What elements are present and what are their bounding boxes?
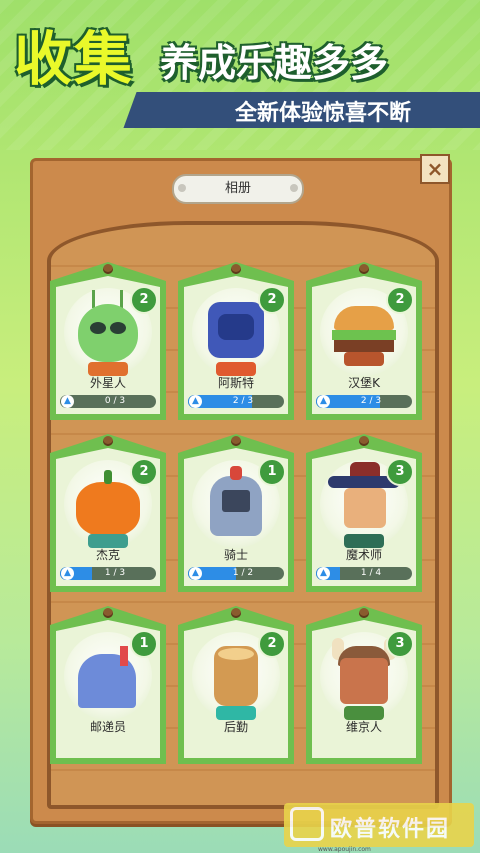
eye-icon — [90, 322, 106, 334]
banner-title-rest: 养成乐趣多多 — [160, 41, 389, 85]
level-badge: 2 — [130, 458, 158, 486]
character-name: 维京人 — [345, 720, 382, 734]
level-badge: 3 — [386, 630, 414, 658]
character-name: 魔术师 — [345, 548, 382, 562]
pin-icon — [103, 608, 113, 618]
character-name: 阿斯特 — [217, 376, 254, 390]
alien-head-icon — [78, 304, 138, 362]
level-badge: 1 — [130, 630, 158, 658]
character-name: 汉堡K — [348, 376, 380, 390]
progress-text: 2 / 3 — [232, 396, 254, 406]
character-name: 后勤 — [223, 720, 248, 734]
upgrade-arrow-icon: ▲ — [61, 395, 74, 408]
patty-icon — [334, 340, 394, 352]
level-badge: 2 — [130, 286, 158, 314]
pin-icon — [231, 436, 241, 446]
character-card[interactable]: 2 汉堡K ▲ 2 / 3 — [306, 262, 422, 420]
log-top-icon — [218, 648, 254, 660]
character-card[interactable]: 1 邮递员 — [50, 606, 166, 764]
upgrade-progress-bar: ▲ 1 / 4 — [316, 567, 412, 580]
lettuce-icon — [332, 330, 396, 340]
character-card[interactable]: 2 外星人 ▲ 0 / 3 — [50, 262, 166, 420]
album-tab[interactable]: 相册 — [172, 174, 304, 204]
pin-icon — [359, 436, 369, 446]
character-card[interactable]: 2 阿斯特 ▲ 2 / 3 — [178, 262, 294, 420]
visor-icon — [222, 490, 250, 512]
character-card[interactable]: 2 杰克 ▲ 1 / 3 — [50, 434, 166, 592]
pin-icon — [231, 608, 241, 618]
pumpkin-head-icon — [76, 482, 140, 536]
face-icon — [340, 658, 388, 704]
progress-text: 1 / 4 — [360, 568, 382, 578]
upgrade-arrow-icon: ▲ — [189, 395, 202, 408]
close-button[interactable]: × — [420, 154, 450, 184]
stem-icon — [104, 470, 112, 484]
progress-text: 1 / 2 — [232, 568, 254, 578]
antenna-icon — [92, 290, 95, 308]
character-card[interactable]: 1 骑士 ▲ 1 / 2 — [178, 434, 294, 592]
pin-icon — [359, 264, 369, 274]
banner-title-big: 收集 — [14, 25, 135, 93]
antenna-icon — [120, 290, 123, 308]
level-badge: 1 — [258, 458, 286, 486]
level-badge: 3 — [386, 458, 414, 486]
burger-bun-icon — [334, 306, 394, 330]
upgrade-arrow-icon: ▲ — [317, 567, 330, 580]
progress-text: 2 / 3 — [360, 396, 382, 406]
upgrade-arrow-icon: ▲ — [61, 567, 74, 580]
plume-icon — [230, 466, 242, 480]
pin-icon — [359, 608, 369, 618]
character-name: 骑士 — [223, 548, 248, 562]
level-badge: 2 — [258, 286, 286, 314]
character-name: 外星人 — [89, 376, 126, 390]
level-badge: 2 — [258, 630, 286, 658]
upgrade-progress-bar: ▲ 2 / 3 — [188, 395, 284, 408]
banner-subtitle: 全新体验惊喜不断 — [235, 101, 412, 126]
watermark: 欧普软件园 — [284, 803, 474, 847]
upgrade-arrow-icon: ▲ — [189, 567, 202, 580]
upgrade-progress-bar: ▲ 0 / 3 — [60, 395, 156, 408]
character-name: 杰克 — [95, 548, 120, 562]
character-card[interactable]: 3 魔术师 ▲ 1 / 4 — [306, 434, 422, 592]
eye-icon — [110, 322, 126, 334]
body-icon — [344, 352, 384, 366]
visor-icon — [218, 314, 254, 340]
progress-text: 0 / 3 — [104, 396, 126, 406]
watermark-text: 欧普软件园 — [330, 817, 451, 842]
watermark-url: www.apoujin.com — [318, 846, 371, 853]
face-icon — [344, 488, 386, 528]
character-card[interactable]: 2 后勤 — [178, 606, 294, 764]
progress-text: 1 / 3 — [104, 568, 126, 578]
character-card[interactable]: 3 维京人 — [306, 606, 422, 764]
upgrade-progress-bar: ▲ 2 / 3 — [316, 395, 412, 408]
pin-icon — [103, 436, 113, 446]
pin-icon — [231, 264, 241, 274]
level-badge: 2 — [386, 286, 414, 314]
flag-icon — [120, 646, 128, 666]
upgrade-progress-bar: ▲ 1 / 3 — [60, 567, 156, 580]
character-name: 邮递员 — [89, 720, 126, 734]
pin-icon — [103, 264, 113, 274]
watermark-logo-icon — [290, 807, 324, 841]
upgrade-arrow-icon: ▲ — [317, 395, 330, 408]
upgrade-progress-bar: ▲ 1 / 2 — [188, 567, 284, 580]
